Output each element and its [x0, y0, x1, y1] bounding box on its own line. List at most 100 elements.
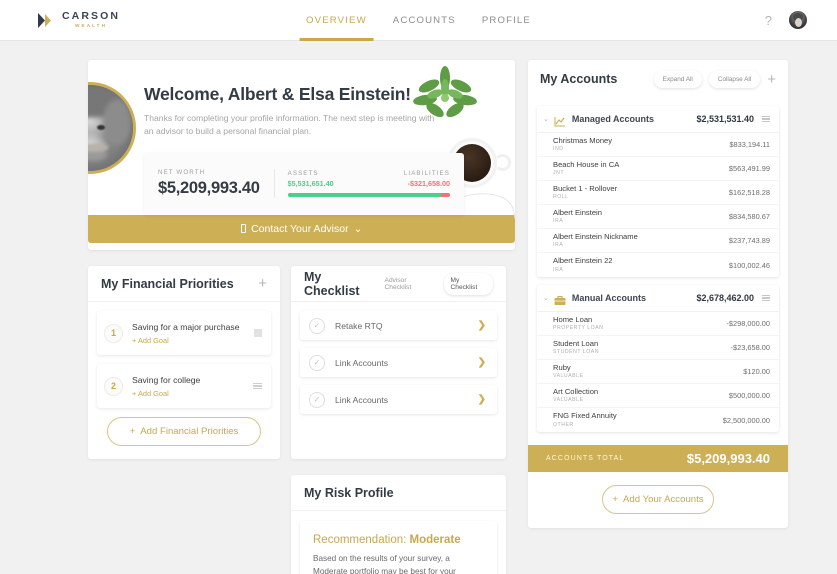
accounts-header: My Accounts Expand All Collapse All +: [528, 60, 788, 98]
account-name: Ruby: [553, 362, 571, 372]
priority-item[interactable]: 2 Saving for college + Add Goal: [97, 364, 271, 408]
account-row[interactable]: Christmas Money IND $833,194.11: [537, 133, 779, 157]
add-priority-icon[interactable]: +: [258, 276, 267, 291]
account-name: Bucket 1 - Rollover: [553, 183, 618, 193]
tab-my-checklist[interactable]: My Checklist: [443, 272, 493, 295]
logo-subtitle: WEALTH: [75, 22, 107, 28]
dashboard-page: CARSON WEALTH OVERVIEW ACCOUNTS PROFILE …: [0, 0, 837, 574]
account-name: Albert Einstein Nickname: [553, 231, 638, 241]
contact-advisor-button[interactable]: Contact Your Advisor ⌄: [88, 214, 515, 243]
account-amount: $162,518.28: [728, 188, 770, 197]
priority-number: 2: [104, 376, 123, 396]
account-type: STUDENT LOAN: [553, 349, 599, 356]
risk-recommendation: Recommendation: Moderate: [313, 534, 484, 546]
main-nav: OVERVIEW ACCOUNTS PROFILE: [299, 0, 531, 41]
account-row[interactable]: Albert Einstein Nickname IRA $237,743.89: [537, 229, 779, 253]
assets-value: $5,531,651.40: [287, 178, 334, 188]
account-type: ROLL: [553, 194, 569, 201]
drag-handle-icon[interactable]: [254, 329, 262, 337]
assets-liabilities-block: ASSETS LIABILITIES $5,531,651.40 -$321,6…: [275, 170, 450, 198]
nav-overview[interactable]: OVERVIEW: [299, 0, 374, 41]
checklist-item[interactable]: ✓ Link Accounts ❯: [300, 348, 497, 377]
account-row[interactable]: Albert Einstein IRA $834,580.67: [537, 205, 779, 229]
welcome-subtitle: Thanks for completing your profile infor…: [144, 113, 435, 137]
checklist-item[interactable]: ✓ Link Accounts ❯: [300, 385, 497, 414]
phone-icon: [240, 224, 247, 234]
risk-profile-title: My Risk Profile: [304, 485, 394, 500]
chevron-down-icon: ⌄: [353, 222, 363, 235]
check-circle-icon: ✓: [309, 391, 325, 408]
profile-avatar-large[interactable]: [88, 82, 136, 174]
add-account-icon[interactable]: +: [767, 72, 776, 87]
add-priorities-label: Add Financial Priorities: [140, 426, 239, 437]
priority-name: Saving for a major purchase: [132, 321, 240, 332]
account-row[interactable]: Ruby VALUABLE $120.00: [537, 360, 779, 384]
add-financial-priorities-button[interactable]: + Add Financial Priorities: [107, 417, 261, 446]
risk-recommendation-prefix: Recommendation:: [313, 534, 410, 546]
risk-recommendation-value: Moderate: [409, 534, 461, 546]
add-goal-link[interactable]: + Add Goal: [132, 389, 253, 398]
accounts-total-value: $5,209,993.40: [686, 451, 770, 466]
section-menu-icon[interactable]: [762, 115, 770, 123]
net-worth-summary: NET WORTH $5,209,993.40 ASSETS LIABILITI…: [144, 152, 464, 215]
chevron-right-icon: ❯: [477, 394, 486, 405]
account-row[interactable]: Beach House in CA JNT $563,491.99: [537, 157, 779, 181]
account-name: FNG Fixed Annuity: [553, 411, 617, 421]
account-name: Albert Einstein 22: [553, 256, 613, 266]
nav-profile[interactable]: PROFILE: [482, 0, 531, 41]
plus-icon: +: [612, 494, 619, 505]
account-name: Beach House in CA: [553, 159, 620, 169]
financial-priorities-card: My Financial Priorities + 1 Saving for a…: [88, 266, 280, 459]
expand-all-button[interactable]: Expand All: [653, 70, 702, 88]
checklist-item-label: Link Accounts: [335, 357, 389, 368]
account-row[interactable]: Albert Einstein 22 IRA $100,002.46: [537, 253, 779, 277]
checklist-card: My Checklist Advisor Checklist My Checkl…: [291, 266, 506, 459]
chevron-down-icon[interactable]: ⌄: [543, 294, 549, 302]
checklist-item[interactable]: ✓ Retake RTQ ❯: [300, 311, 497, 340]
right-column: My Accounts Expand All Collapse All + ⌄: [528, 60, 788, 528]
section-menu-icon[interactable]: [762, 294, 770, 302]
checklist-tabs: Advisor Checklist My Checklist: [378, 272, 493, 295]
account-amount: $237,743.89: [728, 236, 770, 245]
account-type: IRA: [553, 266, 564, 273]
account-amount: $120.00: [743, 367, 770, 376]
account-row[interactable]: Art Collection VALUABLE $500,000.00: [537, 384, 779, 408]
brand-logo[interactable]: CARSON WEALTH: [36, 11, 120, 30]
account-type: IND: [553, 146, 564, 153]
priority-item[interactable]: 1 Saving for a major purchase + Add Goal: [97, 311, 271, 355]
app-header: CARSON WEALTH OVERVIEW ACCOUNTS PROFILE …: [0, 0, 837, 41]
account-amount: $833,194.11: [729, 140, 770, 149]
chevron-down-icon[interactable]: ⌄: [543, 115, 549, 123]
chart-icon: [554, 114, 566, 126]
managed-accounts-header[interactable]: ⌄ Managed Accounts $2,531,531.40: [537, 106, 779, 133]
liabilities-bar-segment: [441, 192, 450, 198]
user-avatar[interactable]: [789, 11, 807, 29]
account-amount: $100,002.46: [728, 260, 770, 270]
risk-profile-body: Recommendation: Moderate Based on the re…: [291, 511, 506, 574]
nav-accounts[interactable]: ACCOUNTS: [393, 0, 456, 41]
account-amount: -$23,658.00: [730, 343, 770, 352]
account-row[interactable]: Bucket 1 - Rollover ROLL $162,518.28: [537, 181, 779, 205]
account-row[interactable]: FNG Fixed Annuity OTHER $2,500,000.00: [537, 408, 779, 432]
account-amount: -$298,000.00: [726, 319, 770, 328]
add-goal-link[interactable]: + Add Goal: [132, 336, 254, 345]
manual-accounts-header[interactable]: ⌄ Manual Accounts $2,678,462.00: [537, 285, 779, 312]
help-icon[interactable]: ?: [765, 13, 772, 28]
welcome-card: Welcome, Albert & Elsa Einstein! Thanks …: [88, 60, 515, 250]
add-your-accounts-button[interactable]: + Add Your Accounts: [602, 485, 714, 514]
account-amount: $500,000.00: [728, 391, 770, 400]
net-worth-block: NET WORTH $5,209,993.40: [158, 169, 275, 199]
account-amount: $563,491.99: [728, 164, 770, 173]
collapse-all-button[interactable]: Collapse All: [708, 70, 761, 88]
account-name: Albert Einstein: [553, 207, 602, 217]
account-row[interactable]: Student Loan STUDENT LOAN -$23,658.00: [537, 336, 779, 360]
accounts-title: My Accounts: [540, 72, 618, 86]
risk-description: Based on the results of your survey, a M…: [313, 554, 456, 574]
risk-profile-header: My Risk Profile: [291, 475, 506, 511]
briefcase-icon: [554, 293, 566, 305]
assets-label: ASSETS: [287, 169, 319, 177]
account-type: IRA: [553, 242, 564, 249]
tab-advisor-checklist[interactable]: Advisor Checklist: [378, 273, 440, 295]
account-row[interactable]: Home Loan PROPERTY LOAN -$298,000.00: [537, 312, 779, 336]
drag-handle-icon[interactable]: [253, 382, 262, 390]
